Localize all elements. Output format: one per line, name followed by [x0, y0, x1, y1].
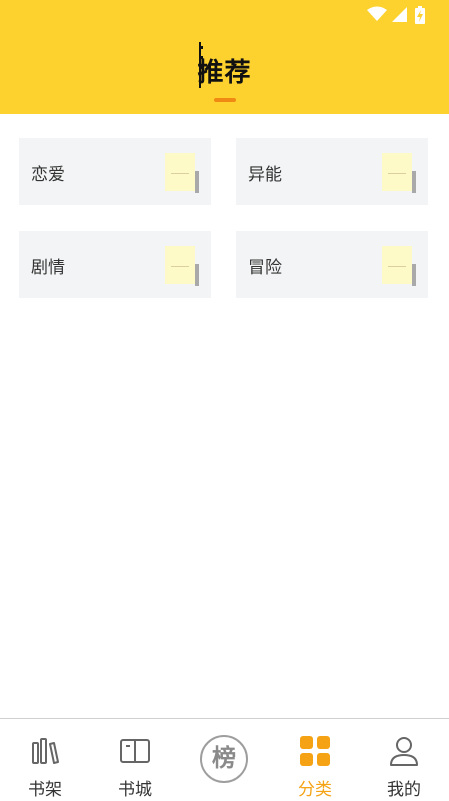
user-icon: [390, 737, 418, 766]
category-label: 恋爱: [31, 165, 65, 185]
cell-signal-icon: [392, 7, 407, 22]
category-card-plot[interactable]: 剧情: [19, 231, 211, 298]
nav-item-category[interactable]: 分类: [270, 719, 360, 801]
nav-label: 我的: [387, 780, 421, 800]
category-cover-thumbnail: [382, 246, 416, 286]
tab-indicator: [214, 98, 236, 102]
status-bar: [329, 0, 449, 30]
nav-item-bookshelf[interactable]: 书架: [0, 719, 90, 801]
category-card-adventure[interactable]: 冒险: [236, 231, 428, 298]
top-header: 推荐: [0, 0, 449, 114]
bottom-nav: 书架 书城 榜 分类 我的: [0, 718, 449, 800]
category-card-superpower[interactable]: 异能: [236, 138, 428, 205]
nav-label: 书架: [28, 780, 62, 800]
category-label: 剧情: [31, 258, 65, 278]
page-title[interactable]: 推荐: [0, 52, 449, 89]
category-label: 异能: [248, 165, 282, 185]
battery-charging-icon: [415, 6, 425, 24]
open-book-icon: [120, 739, 150, 763]
category-label: 冒险: [248, 258, 282, 278]
nav-label: 书城: [118, 780, 152, 800]
bookshelf-icon: [32, 738, 59, 764]
category-cover-thumbnail: [165, 246, 199, 286]
nav-label: 分类: [298, 780, 332, 800]
ranking-icon: 榜: [200, 735, 248, 783]
wifi-icon: [367, 6, 387, 21]
nav-item-ranking[interactable]: 榜: [180, 719, 270, 801]
category-grid-icon: [300, 736, 330, 766]
nav-item-profile[interactable]: 我的: [359, 719, 449, 801]
category-cover-thumbnail: [165, 153, 199, 193]
nav-item-bookstore[interactable]: 书城: [90, 719, 180, 801]
category-cover-thumbnail: [382, 153, 416, 193]
category-card-romance[interactable]: 恋爱: [19, 138, 211, 205]
